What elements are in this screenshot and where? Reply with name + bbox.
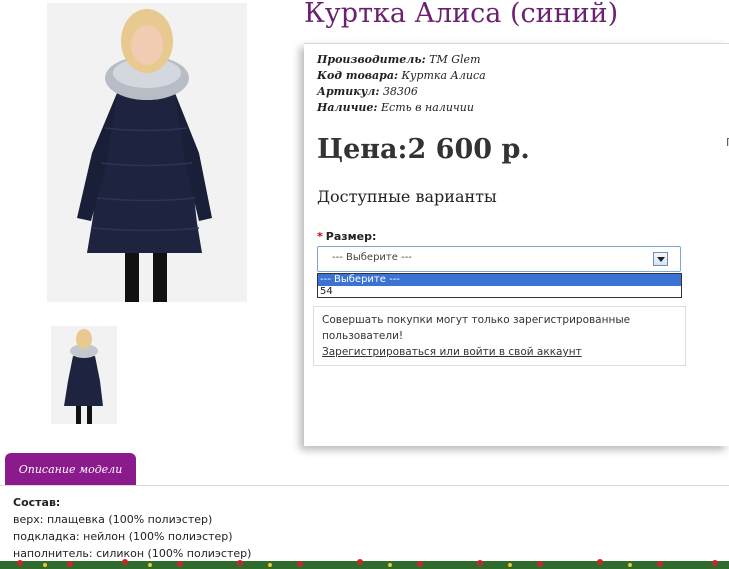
meta-key: Наличие: [317,101,378,114]
size-option[interactable]: --- Выберите --- [318,274,681,286]
required-mark: * [317,230,323,243]
holiday-garland [0,559,729,569]
product-info-panel: Производитель: TM Glem Код товара: Куртк… [304,43,729,446]
size-label-text: Размер: [325,230,377,243]
size-label: * Размер: [317,230,376,243]
meta-key: Артикул: [317,85,380,98]
dropdown-arrow-icon[interactable] [653,252,668,266]
login-register-link[interactable]: Зарегистрироваться или войти в свой акка… [322,346,582,358]
product-description: Состав: верх: плащевка (100% полиэстер) … [13,494,251,562]
size-select[interactable]: --- Выберите --- [317,246,681,272]
description-line: верх: плащевка (100% полиэстер) [13,513,213,526]
coat-illustration [47,3,247,302]
login-notice-text: Совершать покупки могут только зарегистр… [322,314,631,342]
size-option[interactable]: 54 [318,286,681,298]
tab-description[interactable]: Описание модели [5,453,136,485]
variants-title: Доступные варианты [317,187,497,206]
login-notice: Совершать покупки могут только зарегистр… [313,306,686,366]
product-title: Куртка Алиса (синий) [304,0,619,29]
coat-thumbnail-illustration [51,326,117,424]
meta-value: Куртка Алиса [401,69,486,82]
meta-value: Есть в наличии [381,101,474,114]
size-options-list: --- Выберите --- 54 [317,273,682,298]
meta-value: TM Glem [429,53,481,66]
product-main-image[interactable] [47,3,247,302]
description-line: подкладка: нейлон (100% полиэстер) [13,530,233,543]
product-price: Цена:2 600 р. [317,134,530,165]
meta-key: Код товара: [317,69,399,82]
meta-key: Производитель: [317,53,426,66]
size-select-value: --- Выберите --- [332,252,412,263]
tab-divider [0,485,729,486]
description-heading: Состав: [13,496,61,509]
meta-value: 38306 [382,85,418,98]
meta-product-code: Код товара: Куртка Алиса [317,68,486,84]
meta-availability: Наличие: Есть в наличии [317,100,486,116]
meta-sku: Артикул: 38306 [317,84,486,100]
meta-manufacturer: Производитель: TM Glem [317,52,486,68]
product-meta: Производитель: TM Glem Код товара: Куртк… [317,52,486,116]
product-thumbnail[interactable] [51,326,117,424]
